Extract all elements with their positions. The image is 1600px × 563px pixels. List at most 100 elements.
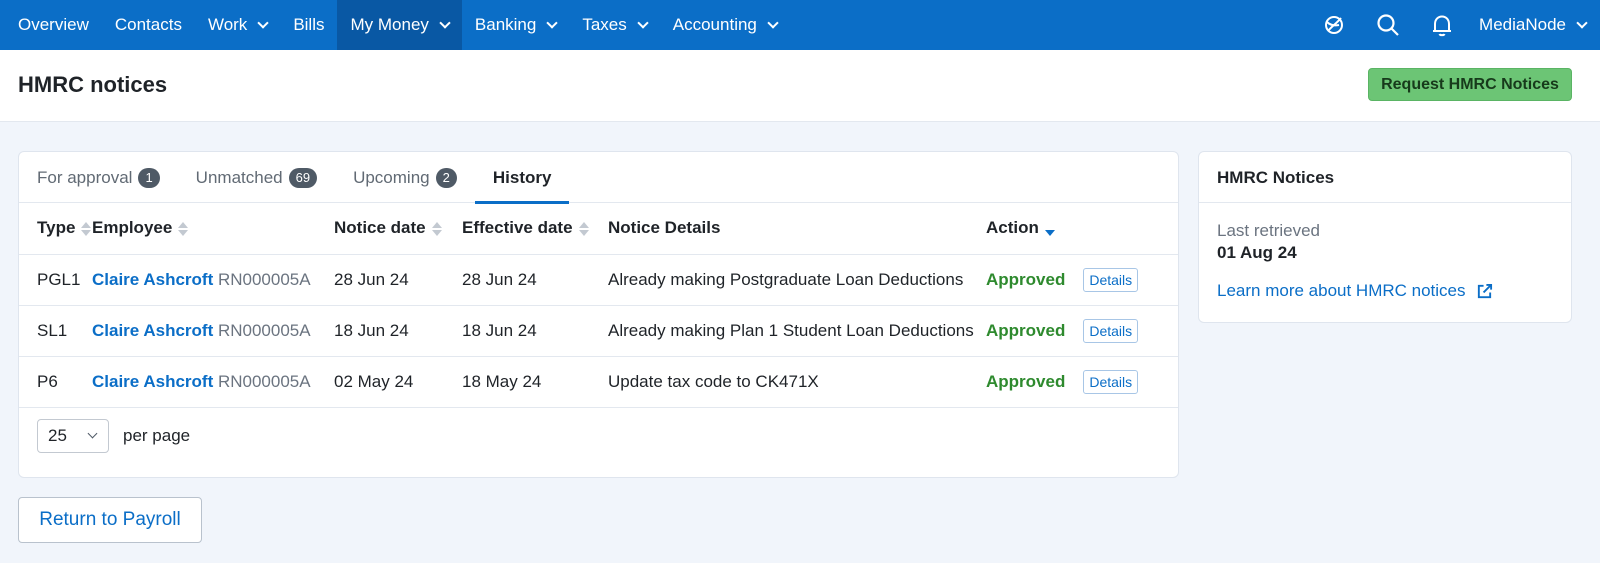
nav-right: MediaNode: [1307, 0, 1600, 50]
column-header-action[interactable]: Action: [986, 203, 1178, 255]
cell-notice-date: 02 May 24: [334, 356, 462, 408]
tab-upcoming[interactable]: Upcoming 2: [353, 152, 457, 203]
count-badge: 69: [288, 167, 318, 188]
sort-icon: [431, 221, 442, 237]
cell-action: Approved Details: [986, 254, 1178, 306]
cell-notice-date: 18 Jun 24: [334, 305, 462, 357]
sort-desc-icon: [1044, 221, 1055, 237]
nav-item-taxes[interactable]: Taxes: [569, 0, 659, 50]
per-page-select[interactable]: 25: [37, 419, 109, 453]
cell-employee: Claire Ashcroft RN000005A: [92, 356, 334, 408]
pagination: 25 per page: [37, 419, 190, 453]
table-row: SL1 Claire Ashcroft RN000005A 18 Jun 24 18 …: [19, 305, 1178, 357]
last-retrieved-value: 01 Aug 24: [1217, 243, 1297, 262]
sort-icon: [81, 221, 92, 237]
cell-action: Approved Details: [986, 356, 1178, 408]
chevron-down-icon: [1576, 16, 1588, 29]
column-header-type[interactable]: Type: [19, 203, 92, 255]
table-header-row: Type Employee Notice date Effective date…: [19, 203, 1178, 255]
top-navigation: Overview Contacts Work Bills My Money Banking…: [0, 0, 1600, 50]
employee-link[interactable]: Claire Ashcroft: [92, 372, 213, 391]
employee-ref: RN000005A: [217, 320, 311, 340]
external-link-icon: [1477, 283, 1492, 298]
tab-label: History: [492, 167, 552, 187]
cell-type: P6: [19, 356, 92, 408]
per-page-label: per page: [123, 426, 191, 445]
table-body: PGL1 Claire Ashcroft RN000005A 28 Jun 24 28…: [19, 254, 1178, 408]
cell-effective-date: 18 Jun 24: [462, 305, 608, 357]
nav-item-overview[interactable]: Overview: [0, 0, 102, 50]
return-to-payroll-button[interactable]: Return to Payroll: [18, 497, 202, 543]
cell-notice-details: Already making Plan 1 Student Loan Deduc…: [608, 305, 986, 357]
cell-action: Approved Details: [986, 305, 1178, 357]
status-approved: Approved: [986, 371, 1066, 391]
nav-item-contacts[interactable]: Contacts: [102, 0, 195, 50]
nav-item-work[interactable]: Work: [195, 0, 280, 50]
tab-for-approval[interactable]: For approval 1: [37, 152, 160, 203]
tab-label: For approval: [37, 167, 133, 187]
learn-more-link[interactable]: Learn more about HMRC notices: [1217, 281, 1553, 301]
cell-notice-details: Update tax code to CK471X: [608, 356, 986, 408]
tab-unmatched[interactable]: Unmatched 69: [195, 152, 318, 203]
column-header-notice-date[interactable]: Notice date: [334, 203, 462, 255]
table-row: PGL1 Claire Ashcroft RN000005A 28 Jun 24 28…: [19, 254, 1178, 306]
details-button[interactable]: Details: [1083, 267, 1139, 292]
nav-item-label: Overview: [18, 15, 89, 34]
chevron-down-icon: [637, 16, 649, 29]
column-header-notice-details: Notice Details: [608, 203, 986, 255]
last-retrieved-label: Last retrieved: [1217, 221, 1320, 240]
rocket-icon[interactable]: [1307, 0, 1361, 50]
nav-item-label: Accounting: [672, 15, 757, 34]
chevron-down-icon: [546, 16, 559, 29]
cell-effective-date: 18 May 24: [462, 356, 608, 408]
panel-body: Last retrieved 01 Aug 24 Learn more abou…: [1199, 203, 1571, 301]
cell-notice-details: Already making Postgraduate Loan Deducti…: [608, 254, 986, 306]
request-hmrc-notices-button[interactable]: Request HMRC Notices: [1368, 68, 1572, 101]
bell-icon[interactable]: [1415, 0, 1469, 50]
page-title: HMRC notices: [18, 72, 168, 97]
tab-label: Upcoming: [353, 167, 430, 187]
column-header-employee[interactable]: Employee: [92, 203, 334, 255]
hmrc-notices-panel: HMRC Notices Last retrieved 01 Aug 24 Le…: [1198, 151, 1572, 323]
details-button[interactable]: Details: [1083, 369, 1139, 394]
panel-title: HMRC Notices: [1199, 152, 1571, 203]
cell-effective-date: 28 Jun 24: [462, 254, 608, 306]
nav-item-my-money[interactable]: My Money: [337, 0, 462, 50]
tab-history[interactable]: History: [474, 152, 570, 204]
cell-type: SL1: [19, 305, 92, 357]
details-button[interactable]: Details: [1083, 318, 1139, 343]
nav-item-label: My Money: [350, 15, 429, 34]
employee-link[interactable]: Claire Ashcroft: [92, 270, 213, 289]
sort-icon: [178, 221, 189, 237]
count-badge: 1: [138, 167, 160, 188]
status-approved: Approved: [986, 269, 1066, 289]
status-approved: Approved: [986, 320, 1066, 340]
nav-item-label: Contacts: [114, 15, 182, 34]
cell-employee: Claire Ashcroft RN000005A: [92, 305, 334, 357]
count-badge: 2: [435, 167, 457, 188]
chevron-down-icon: [257, 16, 269, 29]
notices-table: Type Employee Notice date Effective date…: [19, 203, 1178, 408]
nav-item-label: Banking: [474, 15, 537, 34]
column-header-effective-date[interactable]: Effective date: [462, 203, 608, 255]
chevron-down-icon: [767, 16, 779, 29]
cell-type: PGL1: [19, 254, 92, 306]
nav-item-banking[interactable]: Banking: [462, 0, 569, 50]
tab-label: Unmatched: [195, 167, 283, 187]
org-switcher[interactable]: MediaNode: [1469, 15, 1588, 35]
tabs: For approval 1 Unmatched 69 Upcoming 2 History: [19, 152, 1178, 204]
employee-ref: RN000005A: [217, 269, 311, 289]
cell-notice-date: 28 Jun 24: [334, 254, 462, 306]
chevron-down-icon: [87, 428, 98, 439]
nav-item-bills[interactable]: Bills: [280, 0, 337, 50]
search-icon[interactable]: [1361, 0, 1415, 50]
sort-icon: [578, 221, 589, 237]
nav-item-accounting[interactable]: Accounting: [660, 0, 790, 50]
nav-item-label: Work: [207, 15, 248, 34]
org-name: MediaNode: [1479, 15, 1566, 34]
page-header: HMRC notices Request HMRC Notices: [0, 50, 1600, 122]
employee-link[interactable]: Claire Ashcroft: [92, 321, 213, 340]
per-page-value: 25: [48, 426, 67, 445]
notices-card: For approval 1 Unmatched 69 Upcoming 2 History…: [18, 151, 1179, 478]
chevron-down-icon: [439, 16, 451, 29]
